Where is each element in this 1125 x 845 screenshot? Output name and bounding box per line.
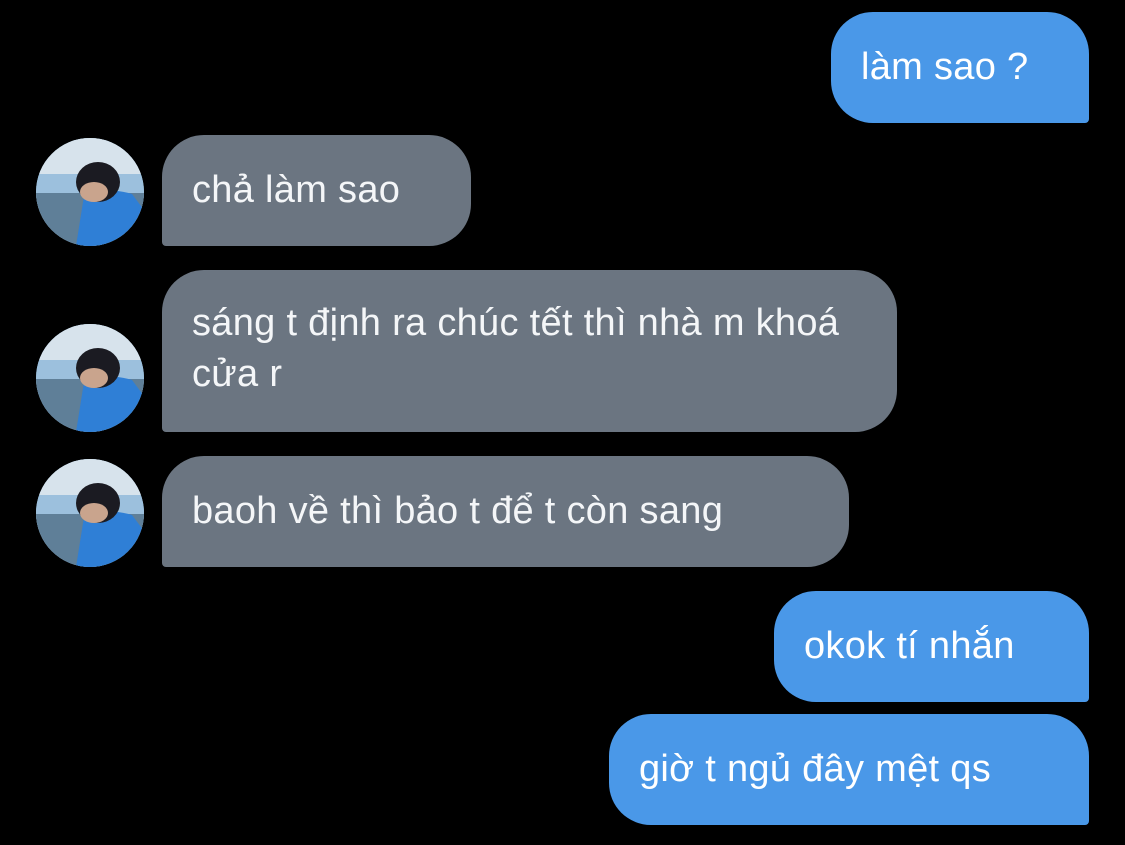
contact-avatar[interactable] [36,324,144,432]
received-message-bubble[interactable]: chả làm sao [162,135,471,246]
received-message-bubble[interactable]: baoh về thì bảo t để t còn sang [162,456,849,567]
message-text: baoh về thì bảo t để t còn sang [192,490,724,532]
received-message-bubble[interactable]: sáng t định ra chúc tết thì nhà m khoá c… [162,270,897,432]
sent-message-bubble[interactable]: okok tí nhắn [774,591,1089,702]
message-text: okok tí nhắn [804,625,1015,667]
message-text: chả làm sao [192,169,401,211]
avatar-photo-icon [36,138,144,246]
message-text: giờ t ngủ đây mệt qs [639,748,991,790]
contact-avatar[interactable] [36,459,144,567]
message-text: sáng t định ra chúc tết thì nhà m khoá c… [192,302,840,395]
message-text: làm sao ? [861,46,1029,88]
avatar-photo-icon [36,324,144,432]
sent-message-bubble[interactable]: giờ t ngủ đây mệt qs [609,714,1089,825]
contact-avatar[interactable] [36,138,144,246]
avatar-photo-icon [36,459,144,567]
sent-message-bubble[interactable]: làm sao ? [831,12,1089,123]
